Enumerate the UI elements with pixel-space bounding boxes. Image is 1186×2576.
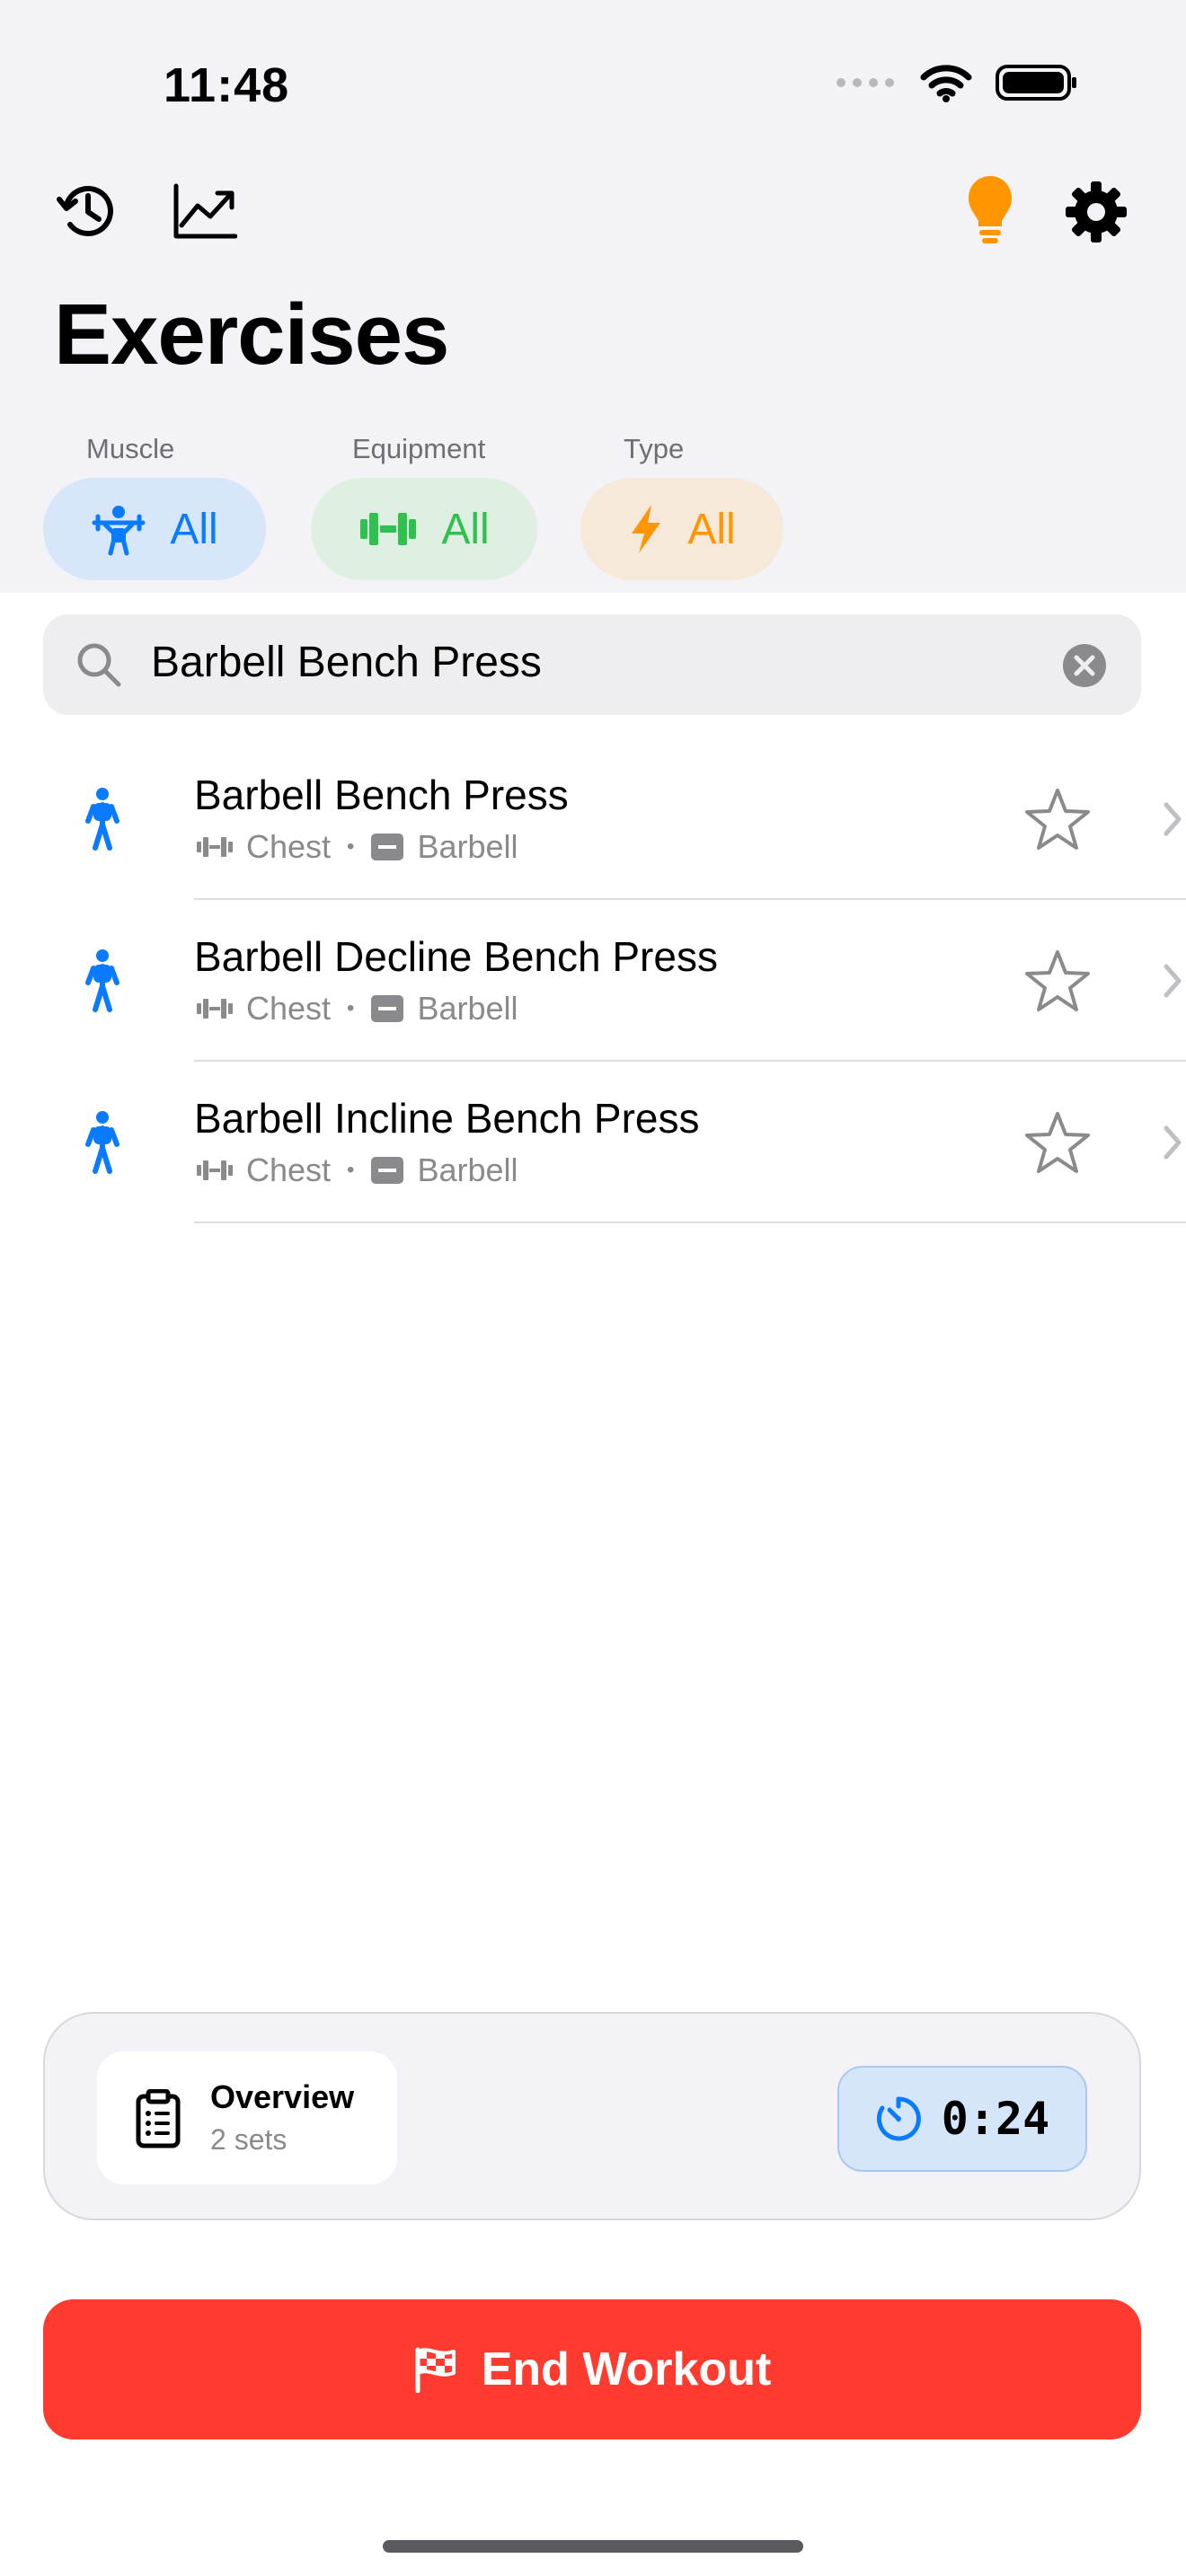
tips-button[interactable]: [961, 172, 1019, 250]
stats-button[interactable]: [169, 180, 241, 243]
dumbbell-icon: [360, 513, 417, 545]
exercise-name: Barbell Incline Bench Press: [194, 1095, 700, 1142]
separator-dot: •: [347, 996, 355, 1020]
type-filter-button[interactable]: All: [580, 478, 783, 580]
overview-subtitle: 2 sets: [210, 2123, 288, 2156]
exercise-equipment: Barbell: [417, 990, 518, 1027]
person-icon: [85, 788, 119, 851]
row-divider: [194, 1222, 1186, 1223]
exercise-name: Barbell Bench Press: [194, 772, 569, 818]
dumbbell-icon: [197, 999, 233, 1019]
exercise-equipment: Barbell: [417, 1151, 518, 1188]
chart-icon: [173, 183, 237, 239]
barbell-icon: [371, 1157, 404, 1184]
settings-gear-icon: [1066, 181, 1127, 243]
history-button[interactable]: [50, 178, 122, 243]
timer-icon: [876, 2096, 921, 2141]
lightning-icon: [632, 505, 661, 553]
checkered-flag-icon: [415, 2347, 456, 2393]
exercise-muscle: Chest: [246, 828, 332, 865]
exercise-name: Barbell Decline Bench Press: [194, 933, 718, 980]
settings-button[interactable]: [1060, 178, 1132, 246]
page-title: Exercises: [54, 287, 449, 383]
exercise-row[interactable]: Barbell Incline Bench Press Chest • Barb…: [0, 1062, 1186, 1223]
search-bar[interactable]: Barbell Bench Press: [43, 614, 1141, 715]
weightlifter-icon: [92, 506, 146, 556]
search-input[interactable]: Barbell Bench Press: [151, 638, 542, 687]
separator-dot: •: [347, 1158, 355, 1182]
filter-label-type: Type: [624, 433, 685, 464]
favorite-star-icon[interactable]: [1024, 1110, 1091, 1175]
exercise-meta: Chest • Barbell: [196, 990, 518, 1028]
workout-status-card: Overview 2 sets 0:24: [43, 2012, 1141, 2220]
timer-value: 0:24: [941, 2093, 1050, 2145]
equipment-filter-button[interactable]: All: [311, 478, 537, 580]
chevron-right-icon: [1164, 964, 1182, 998]
exercise-meta: Chest • Barbell: [196, 1151, 518, 1189]
home-indicator[interactable]: [383, 2540, 803, 2553]
overview-title: Overview: [210, 2078, 355, 2115]
muscle-filter-value: All: [170, 505, 218, 553]
cellular-signal-icon: [836, 78, 894, 87]
wifi-icon: [920, 65, 972, 102]
clipboard-list-icon: [136, 2089, 181, 2148]
dumbbell-icon: [197, 837, 233, 857]
chevron-right-icon: [1164, 802, 1182, 836]
exercise-muscle: Chest: [246, 1151, 332, 1188]
rest-timer-button[interactable]: 0:24: [837, 2066, 1087, 2172]
person-icon: [85, 1111, 119, 1174]
favorite-star-icon[interactable]: [1024, 787, 1091, 851]
end-workout-button[interactable]: End Workout: [43, 2299, 1141, 2439]
overview-button[interactable]: Overview 2 sets: [97, 2051, 397, 2184]
exercise-row[interactable]: Barbell Decline Bench Press Chest • Barb…: [0, 900, 1186, 1062]
history-icon: [57, 186, 113, 236]
type-filter-value: All: [687, 505, 736, 553]
muscle-filter-button[interactable]: All: [43, 478, 266, 580]
dumbbell-icon: [197, 1160, 233, 1180]
barbell-icon: [371, 834, 404, 860]
filter-label-equipment: Equipment: [352, 433, 486, 464]
barbell-icon: [371, 995, 404, 1022]
search-icon: [77, 643, 121, 687]
clear-search-icon[interactable]: [1062, 643, 1107, 688]
equipment-filter-value: All: [441, 505, 490, 553]
status-icons: [836, 63, 1078, 102]
favorite-star-icon[interactable]: [1024, 948, 1091, 1013]
battery-icon: [996, 65, 1076, 101]
chevron-right-icon: [1164, 1125, 1182, 1160]
filter-label-muscle: Muscle: [86, 433, 175, 464]
end-workout-label: End Workout: [481, 2343, 772, 2395]
lightbulb-icon: [969, 176, 1012, 243]
separator-dot: •: [347, 834, 355, 859]
status-time: 11:48: [164, 58, 290, 112]
exercise-equipment: Barbell: [417, 828, 518, 865]
exercise-muscle: Chest: [246, 990, 332, 1027]
exercise-row[interactable]: Barbell Bench Press Chest • Barbell: [0, 738, 1186, 900]
exercise-meta: Chest • Barbell: [196, 828, 518, 866]
person-icon: [85, 949, 119, 1012]
